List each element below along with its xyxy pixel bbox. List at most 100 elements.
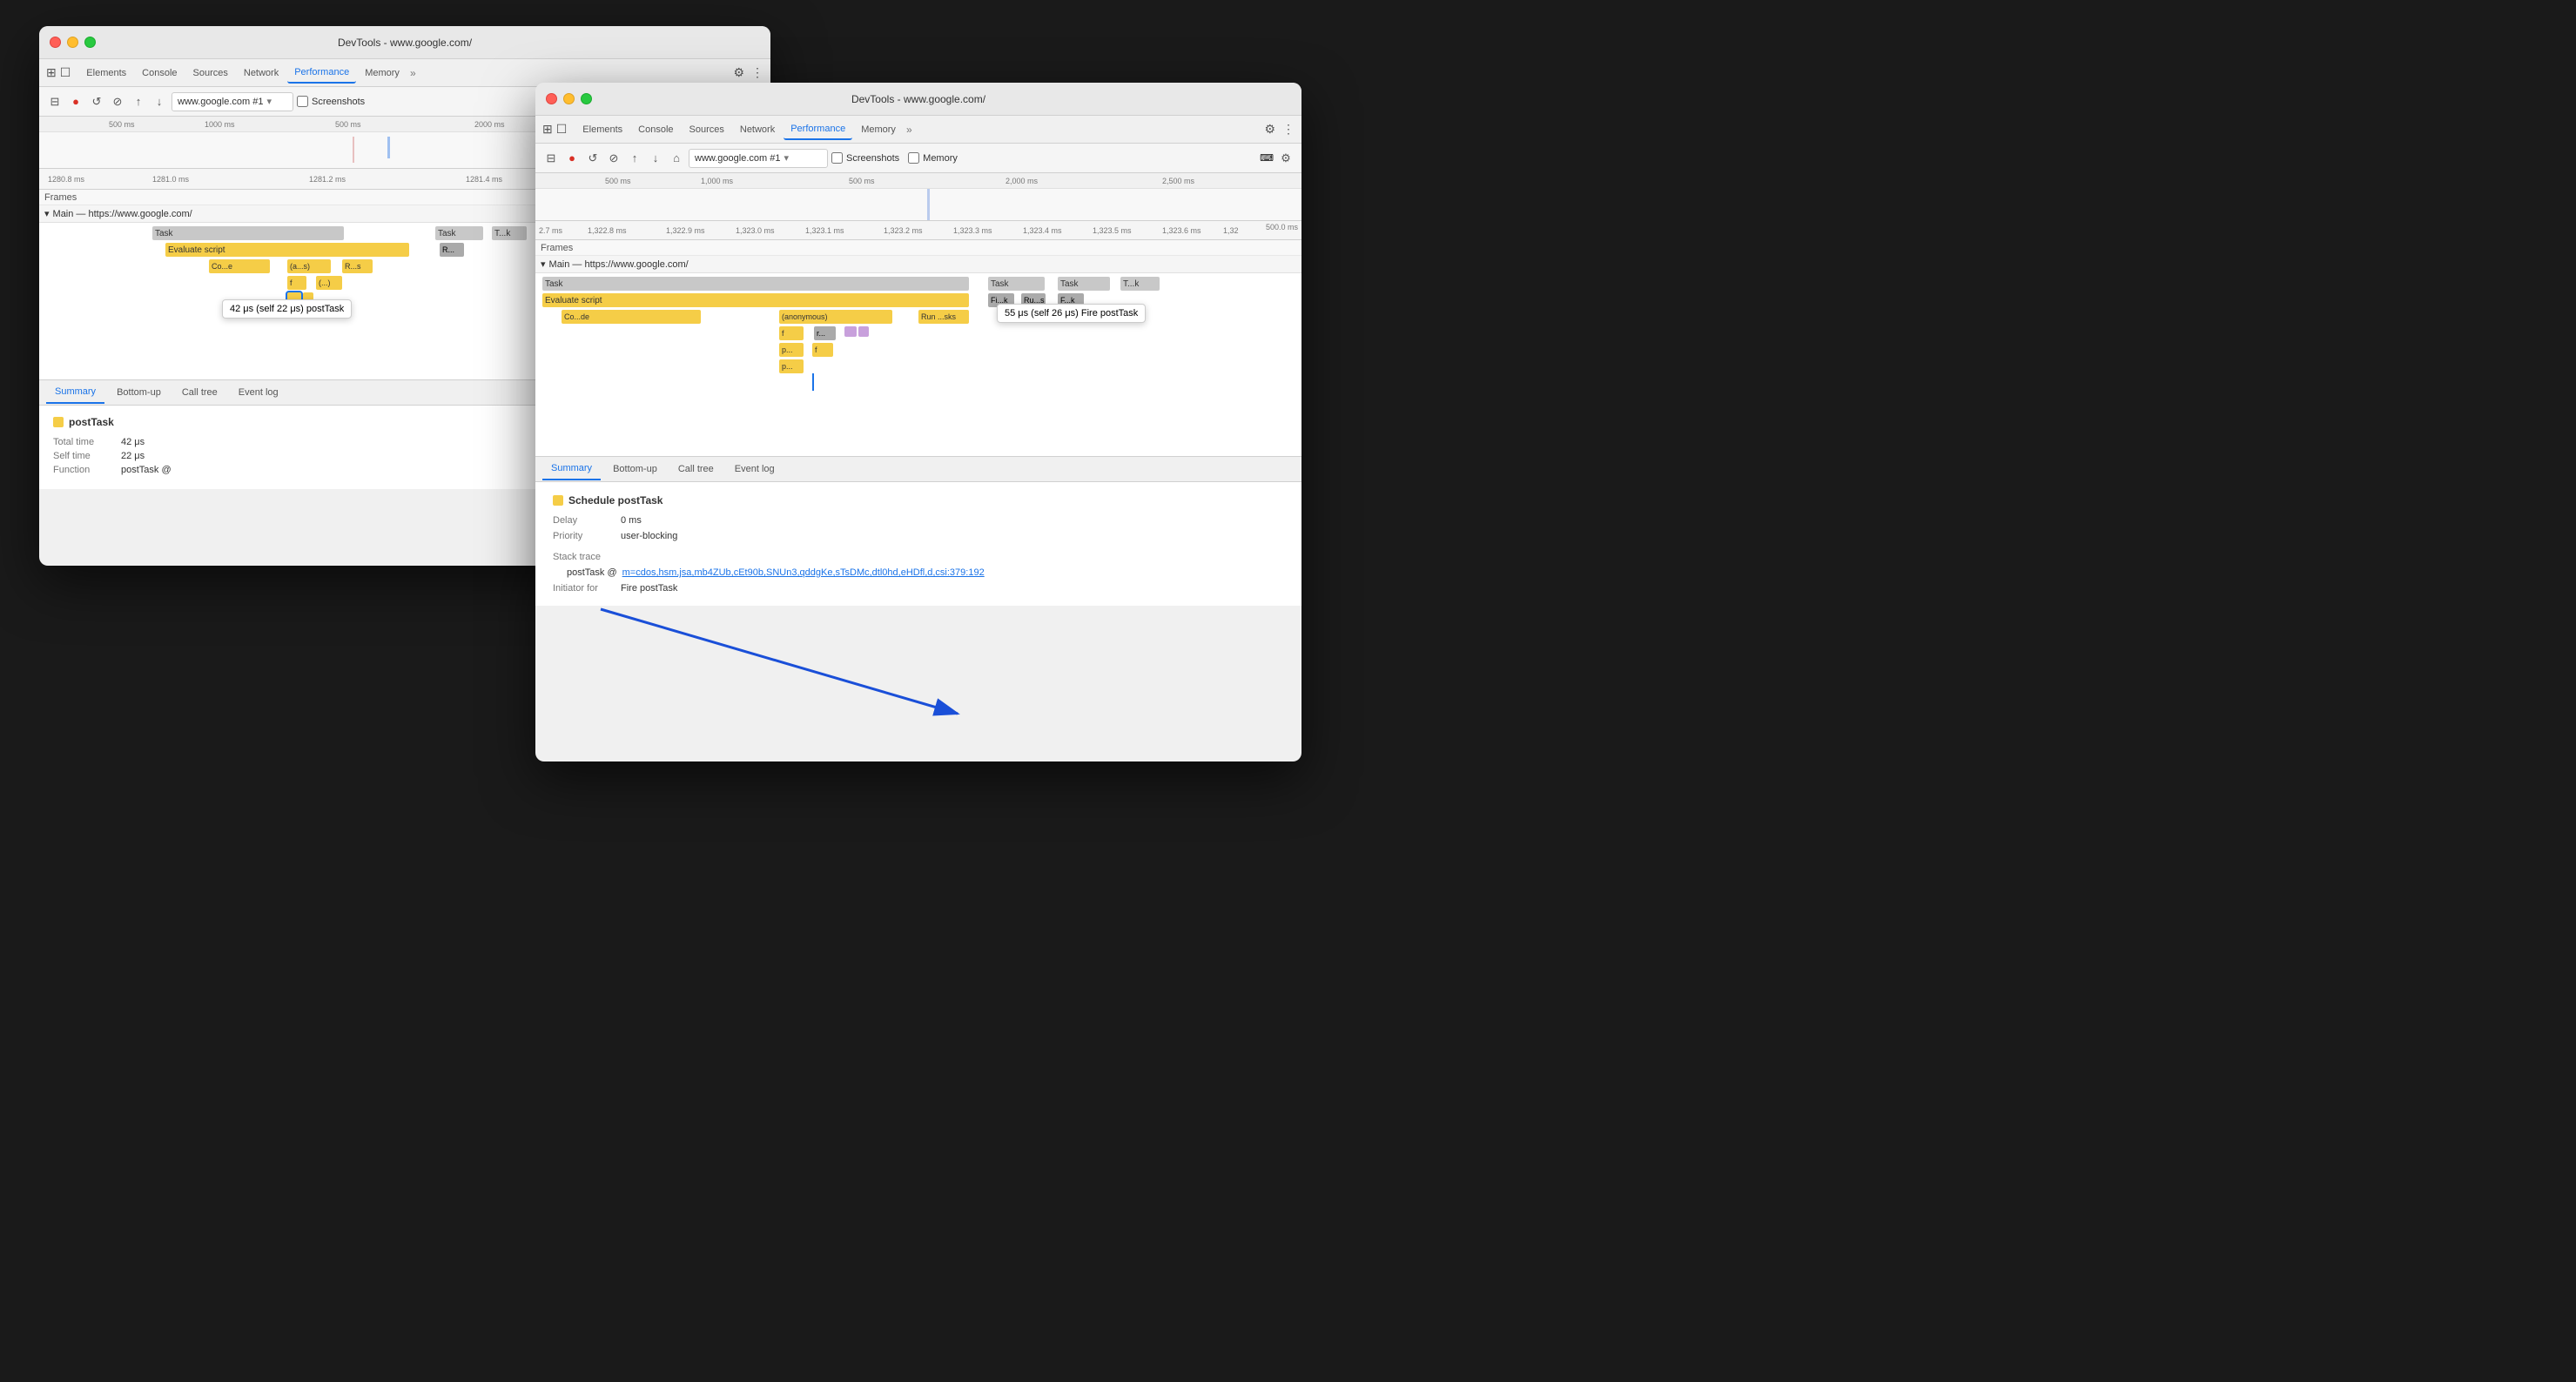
tab-memory-2[interactable]: Memory <box>854 119 903 140</box>
main-thread-section-2: ▾ Main — https://www.google.com/ Task Ta… <box>535 256 1301 456</box>
screenshots-checkbox-2[interactable]: Screenshots <box>831 152 899 164</box>
tooltip-1: 42 μs (self 22 μs) postTask <box>222 299 352 319</box>
small-purple-2[interactable] <box>858 326 869 337</box>
download-btn-1[interactable]: ↓ <box>151 93 168 111</box>
url-selector-2[interactable]: www.google.com #1 ▾ <box>689 149 828 168</box>
tab-console-1[interactable]: Console <box>135 63 184 84</box>
detail-t-2k: 1,32 <box>1223 226 1239 235</box>
time-marker-1000-2: 1,000 ms <box>701 177 733 185</box>
summary-panel-2: Schedule postTask Delay 0 ms Priority us… <box>535 482 1301 606</box>
rs-bar-1[interactable]: R...s <box>342 259 373 273</box>
reload-btn-1[interactable]: ↺ <box>88 93 105 111</box>
tab-call-tree-1[interactable]: Call tree <box>173 381 226 404</box>
panel-toggle-2[interactable]: ⊟ <box>542 150 560 167</box>
evaluate-script-bar-2[interactable]: Evaluate script <box>542 293 969 307</box>
tab-performance-1[interactable]: Performance <box>287 63 356 84</box>
stack-trace-row-2: postTask @ m=cdos,hsm,jsa,mb4ZUb,cEt90b,… <box>567 567 1284 578</box>
url-selector-1[interactable]: www.google.com #1 ▾ <box>172 92 293 111</box>
flame-chart-2[interactable]: Task Task Task T...k Evaluate script Fi.… <box>535 273 1301 456</box>
keyboard-icon-2[interactable]: ⌨ <box>1260 152 1274 164</box>
overview-timeline-2: 500 ms 1,000 ms 500 ms 2,000 ms 2,500 ms… <box>535 173 1301 221</box>
r-bar-2[interactable]: r... <box>814 326 836 340</box>
maximize-button-1[interactable] <box>84 37 96 48</box>
f-bar-2b[interactable]: f <box>812 343 833 357</box>
tab-elements-1[interactable]: Elements <box>79 63 133 84</box>
time-marker-500-1: 500 ms <box>109 120 135 129</box>
more-tabs-2[interactable]: » <box>906 124 912 136</box>
upload-btn-1[interactable]: ↑ <box>130 93 147 111</box>
time-marker-2000-1: 2000 ms <box>474 120 505 129</box>
screenshots-check-1[interactable] <box>297 96 308 107</box>
evaluate-script-bar-1[interactable]: Evaluate script <box>165 243 409 257</box>
task-bar-2c[interactable]: Task <box>1058 277 1110 291</box>
upload-btn-2[interactable]: ↑ <box>626 150 643 167</box>
tab-performance-2[interactable]: Performance <box>784 119 852 140</box>
tab-event-log-2[interactable]: Event log <box>726 458 784 480</box>
tab-summary-1[interactable]: Summary <box>46 381 104 404</box>
tab-console-2[interactable]: Console <box>631 119 680 140</box>
p-bar-2a[interactable]: p... <box>779 343 804 357</box>
url-text-1: www.google.com #1 <box>178 97 263 107</box>
task-bar-2[interactable]: Task <box>435 226 483 240</box>
settings-toolbar-2[interactable]: ⚙ <box>1277 150 1295 167</box>
close-button-2[interactable] <box>546 93 557 104</box>
maximize-button-2[interactable] <box>581 93 592 104</box>
close-button-1[interactable] <box>50 37 61 48</box>
stack-trace-link-2[interactable]: m=cdos,hsm,jsa,mb4ZUb,cEt90b,SNUn3,qddgK… <box>622 567 985 578</box>
code-bar-1[interactable]: Co...e <box>209 259 270 273</box>
tab-summary-2[interactable]: Summary <box>542 458 601 480</box>
home-btn-2[interactable]: ⌂ <box>668 150 685 167</box>
task-bar-2a[interactable]: Task <box>542 277 969 291</box>
main-thread-label-2: Main — https://www.google.com/ <box>549 259 689 270</box>
tab-elements-2[interactable]: Elements <box>575 119 629 140</box>
url-dropdown-icon-2[interactable]: ▾ <box>784 152 789 164</box>
tab-memory-1[interactable]: Memory <box>358 63 407 84</box>
parens-bar-1[interactable]: (...) <box>316 276 342 290</box>
bottom-tabs-2: Summary Bottom-up Call tree Event log <box>535 456 1301 482</box>
more-tabs-1[interactable]: » <box>410 67 416 79</box>
tab-network-1[interactable]: Network <box>237 63 286 84</box>
minimize-button-2[interactable] <box>563 93 575 104</box>
more-options-icon-2[interactable]: ⋮ <box>1282 122 1295 137</box>
task-bar-1[interactable]: Task <box>152 226 344 240</box>
reload-btn-2[interactable]: ↺ <box>584 150 602 167</box>
function-label-1: Function <box>53 465 114 475</box>
code-bar-2[interactable]: Co...de <box>562 310 701 324</box>
f-bar-2[interactable]: f <box>779 326 804 340</box>
clear-btn-1[interactable]: ⊘ <box>109 93 126 111</box>
download-btn-2[interactable]: ↓ <box>647 150 664 167</box>
p-bar-2b[interactable]: p... <box>779 359 804 373</box>
screenshots-checkbox-1[interactable]: Screenshots <box>297 96 365 107</box>
task-bar-2d[interactable]: T...k <box>1120 277 1160 291</box>
tab-bottom-up-1[interactable]: Bottom-up <box>108 381 170 404</box>
anon-bar-1[interactable]: (a...s) <box>287 259 331 273</box>
tab-sources-1[interactable]: Sources <box>186 63 235 84</box>
record-btn-2[interactable]: ● <box>563 150 581 167</box>
f-bar-1[interactable]: f <box>287 276 306 290</box>
minimize-button-1[interactable] <box>67 37 78 48</box>
run-bar-1[interactable]: R... <box>440 243 464 257</box>
screenshots-check-2[interactable] <box>831 152 843 164</box>
panel-toggle-1[interactable]: ⊟ <box>46 93 64 111</box>
memory-check-2[interactable] <box>908 152 919 164</box>
settings-icon-2[interactable]: ⚙ <box>1264 122 1275 137</box>
tab-network-2[interactable]: Network <box>733 119 782 140</box>
small-purple-1[interactable] <box>844 326 857 337</box>
tab-bottom-up-2[interactable]: Bottom-up <box>604 458 666 480</box>
run-tasks-bar-2[interactable]: Run ...sks <box>918 310 969 324</box>
url-dropdown-icon-1[interactable]: ▾ <box>266 96 272 107</box>
tooltip-text-1: 42 μs (self 22 μs) postTask <box>230 304 344 314</box>
memory-checkbox-2[interactable]: Memory <box>908 152 958 164</box>
clear-btn-2[interactable]: ⊘ <box>605 150 622 167</box>
url-text-2: www.google.com #1 <box>695 153 780 164</box>
task-bar-3[interactable]: T...k <box>492 226 527 240</box>
tab-sources-2[interactable]: Sources <box>683 119 731 140</box>
settings-icon-1[interactable]: ⚙ <box>733 65 744 80</box>
tab-call-tree-2[interactable]: Call tree <box>669 458 723 480</box>
anon-bar-2[interactable]: (anonymous) <box>779 310 892 324</box>
record-btn-1[interactable]: ● <box>67 93 84 111</box>
more-options-icon-1[interactable]: ⋮ <box>751 65 763 80</box>
detail-t-2d: 1,323.0 ms <box>736 226 775 235</box>
task-bar-2b[interactable]: Task <box>988 277 1045 291</box>
tab-event-log-1[interactable]: Event log <box>230 381 287 404</box>
